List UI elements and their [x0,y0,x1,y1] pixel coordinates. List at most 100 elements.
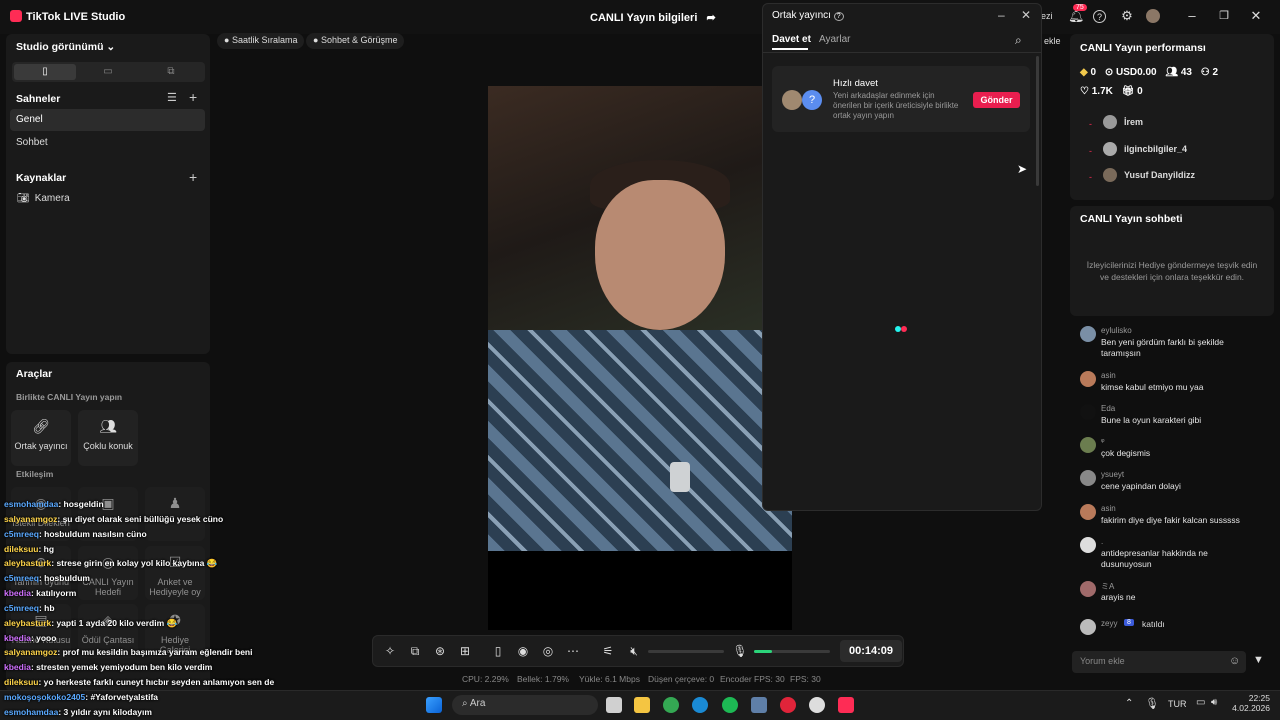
microphone-icon[interactable]: 🎙︎ [732,643,748,659]
hourly-ranking-chip[interactable]: ● Saatlik Sıralama [217,33,305,49]
add-scene-icon[interactable]: + [189,89,197,105]
opera-gx-icon[interactable] [780,697,796,713]
diamond-icon: ◆ [1080,67,1088,78]
users-icon: 👥︎ [99,418,117,434]
partial-label: ezi [1041,11,1053,21]
gift-icon: 🎁︎ [1121,86,1135,97]
chat-meeting-chip[interactable]: ● Sohbet & Görüşme [306,33,405,49]
add-source-icon[interactable]: ⊞ [457,643,473,659]
landscape-icon[interactable]: ▭ [77,64,139,80]
maximize-icon[interactable]: ❐ [1216,8,1232,24]
viewer-avatar [1103,142,1117,156]
emoji-icon[interactable]: ☺ [1229,655,1240,667]
live-info-title[interactable]: CANLI Yayın bilgileri ➦ [590,11,716,24]
tab-invite[interactable]: Davet et [772,34,811,45]
comment-input[interactable]: Yorum ekle [1072,651,1246,673]
file-explorer-icon[interactable] [634,697,650,713]
tiktok-studio-icon[interactable] [838,697,854,713]
question-avatar-icon: ? [802,90,822,110]
filter-icon[interactable]: ▼ [1253,654,1264,666]
scene-item-sohbet[interactable]: Sohbet [10,132,205,154]
more-icon[interactable]: ⋯ [565,643,581,659]
share-icon[interactable]: ➦ [706,12,715,24]
multi-guest-button[interactable]: 👥︎ Çoklu konuk [78,410,138,466]
steam-icon[interactable] [809,697,825,713]
camera-feed-dogtag [670,462,690,492]
overlay-chat-line: kbedia: yooo [4,633,57,643]
viewer-avatar [1103,115,1117,129]
overlay-chat-line: aleybasturk: yapti 1 ayda 20 kilo verdim… [4,618,178,628]
modal-minimize-icon[interactable]: – [998,8,1005,22]
coin-icon: ⊙ [1104,67,1114,78]
overlay-chat-line: mokoşoşokoko2405: #Yaforvetyalstifa [4,692,159,702]
profile-avatar[interactable] [1146,9,1160,23]
viewer-avatar [1103,168,1117,182]
spotify-icon[interactable] [722,697,738,713]
effects-icon[interactable]: ⊛ [432,643,448,659]
heart-icon: ♡ [1080,86,1089,97]
layout-edit-icon[interactable]: ⧉ [407,643,423,659]
overlay-chat-line: kbedia: stresten yemek yemiyodum ben kil… [4,662,213,672]
camera-feed-shirt [488,330,792,551]
tool-poll[interactable]: ☑ Anket ve Hediyeyle oy [145,546,205,600]
modal-scrollbar[interactable] [1036,56,1039,186]
orientation-switch: ▯ ▭ ⧉ [12,62,205,82]
layout-icon[interactable]: ⧉ [140,64,202,80]
viewer-name[interactable]: ilgincbilgiler_4 [1124,144,1187,154]
mixer-icon[interactable]: ⚟ [600,643,616,659]
tray-mic-icon[interactable]: 🎙︎ [1145,697,1159,710]
modal-close-icon[interactable]: ✕ [1021,8,1031,22]
stat-dropped: Düşen çerçeve: 0 [648,674,715,684]
tray-chevron-icon[interactable]: ⌃ [1125,698,1133,709]
studio-view-dropdown[interactable]: Studio görünümü ⌄ [16,41,115,53]
app-icon[interactable] [751,697,767,713]
portrait-icon[interactable]: ▯ [14,64,76,80]
info-icon[interactable]: ? [833,12,844,21]
list-icon[interactable]: ☰ [167,91,177,104]
source-item-camera[interactable]: 📷︎ Kamera [17,193,70,204]
overlay-chat-line: kbedia: katılıyorm [4,588,77,598]
camera-icon: 📷︎ [17,193,30,204]
phone-icon[interactable]: ▯ [490,643,506,659]
volume-icon[interactable]: 🔊︎ [1211,697,1217,708]
app-title: TikTok LIVE Studio [10,10,125,23]
co-host-button[interactable]: 🔗︎ Ortak yayıncı [11,410,71,466]
chat-message: Eda Bune la oyun karakteri gibi [1080,404,1270,426]
tiktok-logo-icon [10,10,22,22]
clock[interactable]: 22:25 4.02.2026 [1232,693,1270,713]
search-icon: ⌕ [462,698,468,709]
edge-icon[interactable] [692,697,708,713]
speaker-muted-icon[interactable]: 🔇︎ [626,643,642,659]
taskbar-search[interactable]: ⌕ Ara [452,695,598,715]
settings-gear-icon[interactable]: ⚙ [1119,8,1135,24]
viewer-name[interactable]: Yusuf Danyildizz [1124,170,1195,180]
windows-start-icon[interactable] [426,697,442,713]
add-source-icon[interactable]: + [189,169,197,185]
close-icon[interactable]: ✕ [1248,8,1264,24]
help-icon[interactable]: ? [1093,10,1106,23]
magic-wand-icon[interactable]: ✧ [382,643,398,659]
chat-title: CANLI Yayın sohbeti [1080,213,1183,225]
sources-title: Kaynaklar [16,172,67,184]
overlay-chat-line: aleybasturk: strese girin en kolay yol k… [4,558,218,568]
live-target-icon[interactable]: ◎ [540,643,556,659]
scene-item-genel[interactable]: Genel [10,109,205,131]
viewer-name[interactable]: İrem [1124,117,1143,127]
tab-invite-underline [772,48,808,50]
volume-slider[interactable] [648,650,724,653]
search-icon[interactable]: ⌕ [1015,33,1022,48]
minimize-icon[interactable]: – [1184,8,1200,24]
mouse-cursor-icon: ➤ [1017,162,1028,176]
chat-empty-hint: İzleyicilerinizi Hediye göndermeye teşvi… [1086,260,1258,282]
followers-icon: ⚇ [1200,67,1210,78]
network-icon[interactable]: ▭ [1196,697,1205,708]
record-icon[interactable]: ◉ [515,643,531,659]
overlay-chat-line: dileksuu: hg [4,544,55,554]
task-view-icon[interactable] [606,697,622,713]
viewers-icon: 👥︎ [1165,67,1179,78]
language-indicator[interactable]: TUR [1168,699,1187,709]
quick-invite-title: Hızlı davet [833,78,878,89]
tab-settings[interactable]: Ayarlar [819,34,851,45]
chrome-icon[interactable] [663,697,679,713]
send-button[interactable]: Gönder [973,92,1020,108]
